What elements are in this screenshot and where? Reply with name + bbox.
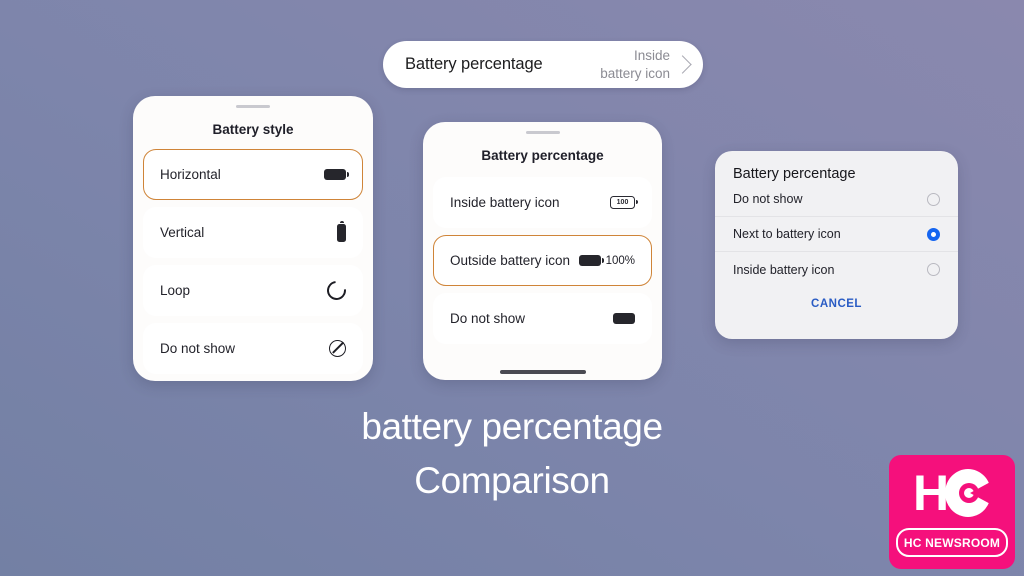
battery-loop-icon [323,277,350,304]
battery-horizontal-icon [324,169,349,180]
dialog-row-inside-battery-icon[interactable]: Inside battery icon [715,252,958,287]
logo-mark: H [889,467,1015,519]
gesture-navigation-bar [499,370,586,374]
dialog-row-do-not-show[interactable]: Do not show [715,182,958,217]
dialog-option-label: Do not show [733,192,803,206]
option-label: Horizontal [160,167,221,182]
battery-style-option-list: Horizontal Vertical Loop Do not show [133,149,373,374]
radio-button-inside-battery-icon[interactable] [927,263,940,276]
sheet-grabber-handle[interactable] [236,105,270,108]
option-label: Loop [160,283,191,298]
logo-letter-c [945,469,995,517]
screenshot-stage: Battery percentage Inside battery icon B… [0,0,1024,576]
option-row-loop[interactable]: Loop [143,265,363,316]
battery-inner-percentage: 100 [616,199,629,206]
option-label: Do not show [160,341,236,356]
option-row-vertical[interactable]: Vertical [143,207,363,258]
option-row-do-not-show[interactable]: Do not show [143,323,363,374]
caption-block: battery percentage Comparison [0,402,1024,510]
dialog-title: Battery percentage [733,166,856,182]
setting-value-line-1: Inside [633,48,670,64]
chevron-right-icon [673,55,692,74]
caption-line-1: battery percentage [361,406,663,447]
battery-percentage-dialog: Battery percentage Do not show Next to b… [715,151,958,339]
battery-with-number-icon: 100 [610,196,638,209]
option-row-do-not-show[interactable]: Do not show [433,293,652,344]
sheet-title: Battery style [212,122,294,137]
battery-vertical-icon [337,220,346,242]
battery-percentage-option-list: Inside battery icon 100 Outside battery … [423,177,662,344]
option-label: Outside battery icon [450,253,571,268]
option-label: Vertical [160,225,205,240]
setting-title: Battery percentage [405,55,543,73]
sheet-grabber-handle[interactable] [525,131,560,134]
setting-value-line-2: battery icon [600,65,670,81]
battery-filled-icon: 100% [578,254,635,267]
battery-outside-percentage: 100% [605,254,635,267]
sheet-title: Battery percentage [481,148,604,163]
option-label: Do not show [450,311,526,326]
battery-segments-icon [613,313,635,324]
radio-button-next-to-battery-icon[interactable] [927,227,940,241]
option-row-inside-battery-icon[interactable]: Inside battery icon 100 [433,177,652,228]
option-row-outside-battery-icon[interactable]: Outside battery icon 100% [433,235,652,286]
cancel-button[interactable]: CANCEL [715,298,958,310]
logo-letter-h: H [912,465,949,521]
logo-name-pill: HC NEWSROOM [896,528,1008,557]
setting-current-value: Inside battery icon [600,47,670,82]
caption-line-2: Comparison [414,460,610,501]
no-entry-icon [329,340,346,357]
dialog-option-label: Inside battery icon [733,262,835,277]
logo-brand-name: HC NEWSROOM [903,535,1001,550]
hc-newsroom-logo: H HC NEWSROOM [889,455,1015,569]
battery-percentage-sheet: Battery percentage Inside battery icon 1… [423,122,662,380]
battery-percentage-setting-row[interactable]: Battery percentage Inside battery icon [383,41,703,88]
dialog-option-label: Next to battery icon [733,227,841,241]
battery-style-sheet: Battery style Horizontal Vertical Loop D… [133,96,373,381]
option-row-horizontal[interactable]: Horizontal [143,149,363,200]
radio-button-do-not-show[interactable] [927,192,940,206]
option-label: Inside battery icon [450,195,560,210]
dialog-row-next-to-battery-icon[interactable]: Next to battery icon [715,217,958,252]
